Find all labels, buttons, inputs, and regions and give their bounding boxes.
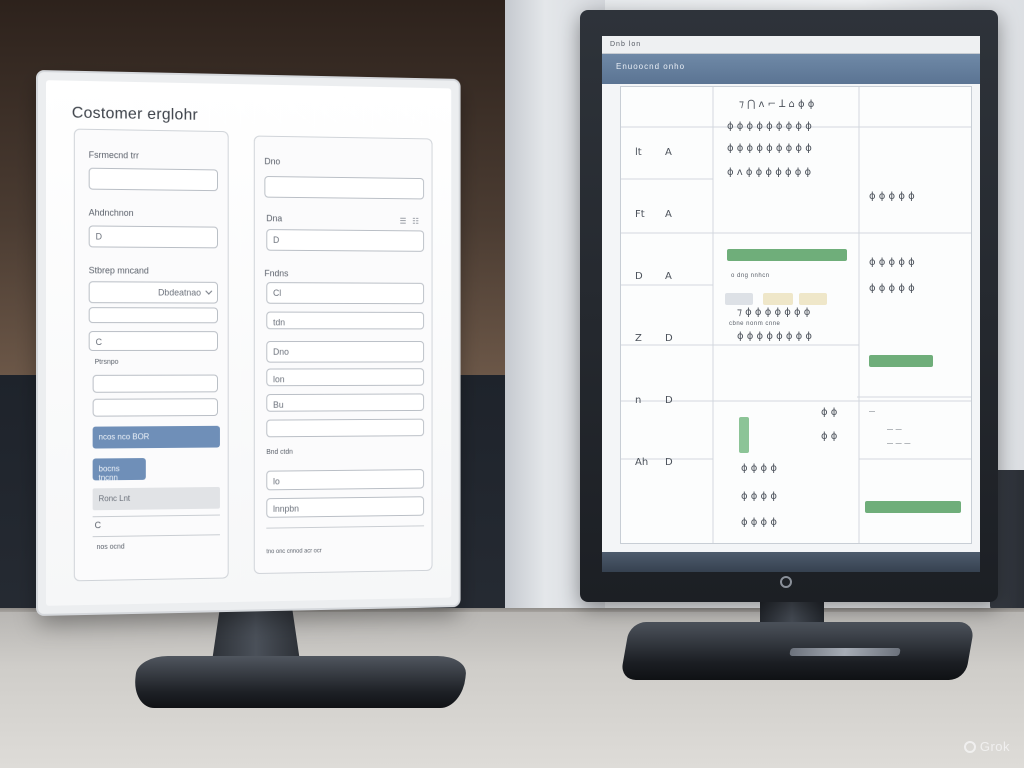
field-label: Ahdnchnon: [88, 207, 134, 218]
field-label: Bnd ctdn: [266, 448, 293, 456]
status-text: cbne nonm cnne: [729, 321, 781, 327]
stand-logo-strip: [789, 648, 901, 656]
data-grid: lt A Ft A D A Z Dn D Ah D ⁊ ⋂ ʌ ⌐ ꓕ ⌂ ɸ ɸ ɸ ɸ ɸ ɸ …: [620, 86, 972, 544]
highlight-cell[interactable]: [739, 417, 749, 453]
highlight-bar[interactable]: [865, 501, 961, 513]
cell-glyph: ɸ ɸ ɸ ɸ: [741, 517, 777, 528]
secondary-button[interactable]: bocns tncnn: [92, 458, 146, 482]
text-field[interactable]: C: [88, 331, 219, 351]
cell-glyph: ɸ ɸ ɸ ɸ ɸ: [869, 191, 915, 202]
cell-glyph: ɸ ɸ ɸ ɸ: [741, 491, 777, 502]
cell-glyph: ɸ ɸ ɸ ɸ ɸ ɸ ɸ ɸ ɸ: [727, 121, 812, 132]
field-label: Ptrsnpo: [94, 358, 119, 366]
cell-glyph: ɸ ɸ ɸ ɸ: [741, 463, 777, 474]
footer-text: tno onc cnnod acr ocr: [266, 548, 322, 556]
field-label: Fndns: [264, 268, 289, 279]
grey-row[interactable]: Ronc Lnt: [92, 486, 220, 511]
highlight-bar[interactable]: [869, 355, 933, 367]
text-field[interactable]: D: [88, 225, 219, 249]
cell-glyph: ⁊ ɸ ɸ ɸ ɸ ɸ ɸ ɸ: [737, 307, 811, 318]
text-field[interactable]: lon: [266, 368, 425, 387]
spreadsheet-screen: Dnb lon Enuoocnd onho lt A Ft A D A Z D …: [602, 36, 980, 572]
app-header: Enuoocnd onho: [602, 54, 980, 84]
cell-text: — —: [887, 427, 903, 433]
row-label: D: [665, 395, 673, 406]
cell-glyph: ɸ ɸ: [821, 431, 838, 442]
row-label: lt: [635, 147, 642, 158]
divider: [92, 534, 220, 538]
row-label: D: [665, 333, 673, 344]
cell-chip[interactable]: [763, 293, 793, 305]
chevron-down-icon: [205, 287, 213, 295]
dropdown-value: Dbdeatnao: [158, 287, 201, 298]
cell-text: —: [869, 409, 876, 415]
text-field[interactable]: [266, 418, 425, 438]
left-monitor-stand-base: [132, 656, 468, 708]
cell-glyph: ɸ ɸ ɸ ɸ ɸ: [869, 257, 915, 268]
field-value: C: [94, 520, 102, 531]
row-label: Ft: [635, 209, 645, 220]
primary-button[interactable]: ncos nco BOR: [92, 425, 220, 449]
text-field[interactable]: tdn: [266, 311, 425, 330]
form-panel-right: Dno Dna ☰ ☷ D Fndns Cl tdn Dno lon Bu Bn…: [253, 135, 433, 575]
watermark-text: Grok: [979, 739, 1010, 754]
cell-text: o dng nnhcn: [731, 273, 770, 279]
text-field[interactable]: [92, 398, 219, 417]
field-label: Dno: [264, 156, 281, 167]
row-label: Z: [635, 333, 642, 344]
app-title-bar: Dnb lon: [602, 36, 980, 54]
row-label: D: [665, 457, 673, 468]
taskbar: [602, 552, 980, 572]
row-label: A: [665, 271, 672, 282]
cell-glyph: ɸ ɸ: [821, 407, 838, 418]
text-field[interactable]: lo: [266, 469, 425, 491]
highlight-bar[interactable]: [727, 249, 847, 261]
field-label: Fsrmecnd trr: [88, 149, 139, 161]
row-label: Ah: [635, 457, 649, 468]
form-panel-left: Fsrmecnd trr Ahdnchnon D Stbrep mncand D…: [73, 128, 229, 582]
text-field[interactable]: D: [266, 229, 425, 252]
divider: [266, 525, 425, 529]
grok-logo-icon: [963, 740, 976, 753]
footer-text: nos ocnd: [96, 543, 125, 552]
row-label: A: [665, 147, 672, 158]
cell-glyph: ɸ ʌ ɸ ɸ ɸ ɸ ɸ ɸ ɸ: [727, 167, 812, 178]
field-label: Dna: [266, 213, 283, 224]
watermark: Grok: [963, 739, 1010, 754]
grid-icon[interactable]: ☷: [412, 217, 421, 226]
left-monitor: Costomer erglohr Fsrmecnd trr Ahdnchnon …: [38, 72, 459, 614]
field-label: Stbrep mncand: [88, 265, 149, 276]
text-field[interactable]: lnnpbn: [266, 496, 425, 518]
cell-chip[interactable]: [725, 293, 753, 305]
text-field[interactable]: [88, 307, 219, 324]
text-field[interactable]: [88, 167, 219, 192]
text-field[interactable]: Dno: [266, 341, 425, 363]
divider: [92, 514, 220, 518]
dropdown-field[interactable]: Dbdeatnao: [88, 281, 219, 304]
text-field[interactable]: Bu: [266, 393, 425, 412]
form-title: Costomer erglohr: [71, 104, 198, 124]
row-label: D: [635, 271, 643, 282]
cell-glyph: ɸ ɸ ɸ ɸ ɸ: [869, 283, 915, 294]
row-label: A: [665, 209, 672, 220]
row-label: n: [635, 395, 642, 406]
cell-glyph: ɸ ɸ ɸ ɸ ɸ ɸ ɸ ɸ: [737, 331, 813, 342]
power-icon[interactable]: [780, 576, 792, 588]
cell-text: — — —: [887, 441, 911, 447]
right-monitor: Dnb lon Enuoocnd onho lt A Ft A D A Z D …: [580, 10, 998, 602]
customer-form-screen: Costomer erglohr Fsrmecnd trr Ahdnchnon …: [45, 80, 452, 606]
text-field[interactable]: [92, 374, 219, 393]
text-field[interactable]: Cl: [266, 282, 425, 305]
cell-chip[interactable]: [799, 293, 827, 305]
cell-glyph: ⁊ ⋂ ʌ ⌐ ꓕ ⌂ ɸ ɸ: [739, 99, 815, 110]
text-field[interactable]: [264, 175, 425, 200]
cell-glyph: ɸ ɸ ɸ ɸ ɸ ɸ ɸ ɸ ɸ: [727, 143, 812, 154]
list-icon[interactable]: ☰: [400, 217, 409, 226]
